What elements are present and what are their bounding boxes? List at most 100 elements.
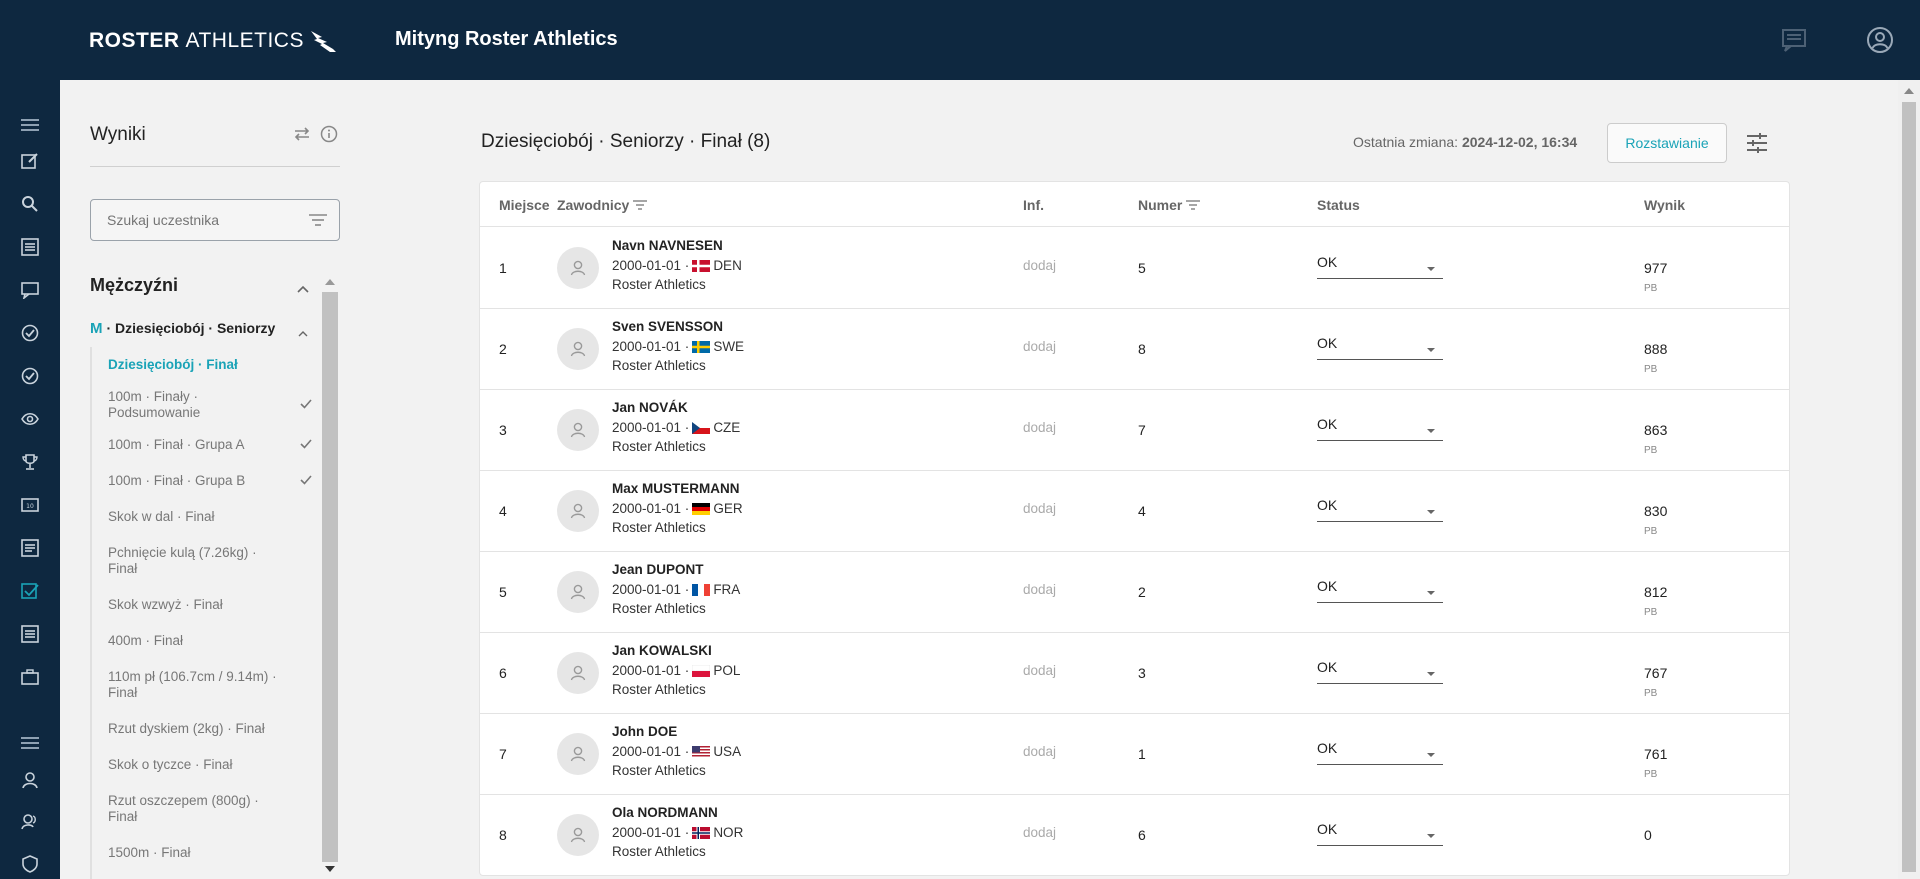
add-info-link[interactable]: dodaj: [1023, 663, 1056, 678]
event-item[interactable]: Skok wzwyż · Finał: [92, 587, 318, 623]
roster-athletics-logo[interactable]: ROSTER ATHLETICS: [89, 28, 338, 54]
scroll-thumb[interactable]: [1902, 102, 1916, 872]
add-info-link[interactable]: dodaj: [1023, 582, 1056, 597]
trophy-icon[interactable]: [19, 451, 41, 473]
avatar[interactable]: [557, 490, 599, 532]
athlete-club: Roster Athletics: [612, 601, 706, 616]
gender-group-title[interactable]: Mężczyźni: [90, 275, 178, 296]
document-icon[interactable]: [19, 537, 41, 559]
chat-icon[interactable]: [1780, 26, 1808, 54]
add-info-link[interactable]: dodaj: [1023, 825, 1056, 840]
athlete-name[interactable]: Jan NOVÁK: [612, 400, 688, 415]
column-athletes[interactable]: Zawodnicy: [557, 197, 648, 213]
event-item[interactable]: Dziesięciobój · Finał: [92, 347, 318, 383]
status-select[interactable]: OK: [1317, 740, 1443, 765]
briefcase-icon[interactable]: [19, 666, 41, 688]
menu-icon[interactable]: [19, 114, 41, 136]
table-row[interactable]: 3 Jan NOVÁK 2000-01-01 · CZE Roster Athletic…: [480, 390, 1789, 471]
info-icon[interactable]: [320, 125, 338, 148]
event-item[interactable]: Skok o tyczce · Finał: [92, 747, 318, 783]
add-info-link[interactable]: dodaj: [1023, 339, 1056, 354]
birth-date: 2000-01-01 ·: [612, 582, 690, 597]
athlete-name[interactable]: Sven SVENSSON: [612, 319, 723, 334]
chat-icon[interactable]: [19, 279, 41, 301]
event-item[interactable]: Skok w dal · Finał: [92, 499, 318, 535]
status-select[interactable]: OK: [1317, 659, 1443, 684]
filter-icon[interactable]: [1186, 200, 1201, 210]
seeding-button[interactable]: Rozstawianie: [1607, 123, 1727, 163]
page-scrollbar[interactable]: [1898, 80, 1920, 879]
avatar[interactable]: [557, 328, 599, 370]
swap-icon[interactable]: [292, 125, 312, 148]
status-select[interactable]: OK: [1317, 578, 1443, 603]
table-row[interactable]: 5 Jean DUPONT 2000-01-01 · FRA Roster Athlet…: [480, 552, 1789, 633]
list-alt-icon[interactable]: [19, 623, 41, 645]
avatar[interactable]: [557, 814, 599, 856]
avatar[interactable]: [557, 571, 599, 613]
status-select[interactable]: OK: [1317, 416, 1443, 441]
athlete-name[interactable]: John DOE: [612, 724, 677, 739]
scroll-up-icon[interactable]: [325, 279, 335, 285]
edit-icon[interactable]: [19, 150, 41, 172]
check-circle-icon[interactable]: [19, 322, 41, 344]
athlete-name[interactable]: Max MUSTERMANN: [612, 481, 740, 496]
participant-search[interactable]: [90, 199, 340, 241]
athlete-name[interactable]: Jean DUPONT: [612, 562, 704, 577]
add-info-link[interactable]: dodaj: [1023, 258, 1056, 273]
event-item[interactable]: Rzut oszczepem (800g) · Finał: [92, 783, 318, 835]
athlete-name[interactable]: Jan KOWALSKI: [612, 643, 712, 658]
avatar[interactable]: [557, 247, 599, 289]
table-row[interactable]: 7 John DOE 2000-01-01 · USA Roster Athletics…: [480, 714, 1789, 795]
avatar[interactable]: [557, 733, 599, 775]
status-select[interactable]: OK: [1317, 335, 1443, 360]
person-icon[interactable]: [19, 769, 41, 791]
event-item[interactable]: 100m · Finał · Grupa B: [92, 463, 318, 499]
category-title[interactable]: M · Dziesięciobój · Seniorzy: [90, 320, 275, 337]
checkbox-icon[interactable]: [19, 580, 41, 602]
event-list-scrollbar[interactable]: [321, 275, 338, 879]
check-circle-outline-icon[interactable]: [19, 365, 41, 387]
scroll-up-icon[interactable]: [1904, 88, 1914, 94]
scroll-down-icon[interactable]: [325, 866, 335, 872]
add-info-link[interactable]: dodaj: [1023, 501, 1056, 516]
event-item[interactable]: 1500m · Finał: [92, 835, 318, 871]
dropdown-arrow-icon: [1427, 348, 1435, 352]
chevron-up-icon[interactable]: [297, 280, 309, 298]
table-row[interactable]: 4 Max MUSTERMANN 2000-01-01 · GER Roster Ath…: [480, 471, 1789, 552]
avatar[interactable]: [557, 652, 599, 694]
chevron-up-icon[interactable]: [298, 324, 308, 342]
scoreboard-icon[interactable]: 10: [19, 494, 41, 516]
tune-settings-icon[interactable]: [1745, 131, 1769, 160]
search-input[interactable]: [107, 212, 297, 228]
athlete-name[interactable]: Navn NAVNESEN: [612, 238, 723, 253]
add-info-link[interactable]: dodaj: [1023, 744, 1056, 759]
filter-list-icon[interactable]: [309, 213, 327, 230]
menu-icon[interactable]: [19, 732, 41, 754]
search-icon[interactable]: [19, 193, 41, 215]
avatar[interactable]: [557, 409, 599, 451]
event-item[interactable]: Rzut dyskiem (2kg) · Finał: [92, 711, 318, 747]
table-row[interactable]: 2 Sven SVENSSON 2000-01-01 · SWE Roster Athl…: [480, 309, 1789, 390]
event-item[interactable]: Pchnięcie kulą (7.26kg) · Finał: [92, 535, 318, 587]
table-row[interactable]: 6 Jan KOWALSKI 2000-01-01 · POL Roster Athle…: [480, 633, 1789, 714]
event-item[interactable]: 110m pł (106.7cm / 9.14m) · Finał: [92, 659, 318, 711]
column-number[interactable]: Numer: [1138, 197, 1201, 213]
athlete-name[interactable]: Ola NORDMANN: [612, 805, 718, 820]
status-select[interactable]: OK: [1317, 821, 1443, 846]
status-select[interactable]: OK: [1317, 497, 1443, 522]
event-item[interactable]: 100m · Finały · Podsumowanie: [92, 383, 318, 427]
add-info-link[interactable]: dodaj: [1023, 420, 1056, 435]
filter-icon[interactable]: [633, 200, 648, 210]
table-row[interactable]: 1 Navn NAVNESEN 2000-01-01 · DEN Roster Athl…: [480, 228, 1789, 309]
support-icon[interactable]: [19, 811, 41, 833]
athlete-club: Roster Athletics: [612, 844, 706, 859]
event-item[interactable]: 100m · Finał · Grupa A: [92, 427, 318, 463]
shield-icon[interactable]: [19, 853, 41, 875]
scroll-thumb[interactable]: [322, 292, 338, 862]
account-icon[interactable]: [1866, 26, 1894, 54]
event-item[interactable]: 400m · Finał: [92, 623, 318, 659]
eye-icon[interactable]: [19, 408, 41, 430]
list-icon[interactable]: [19, 236, 41, 258]
table-row[interactable]: 8 Ola NORDMANN 2000-01-01 · NOR Roster Athle…: [480, 795, 1789, 876]
status-select[interactable]: OK: [1317, 254, 1443, 279]
